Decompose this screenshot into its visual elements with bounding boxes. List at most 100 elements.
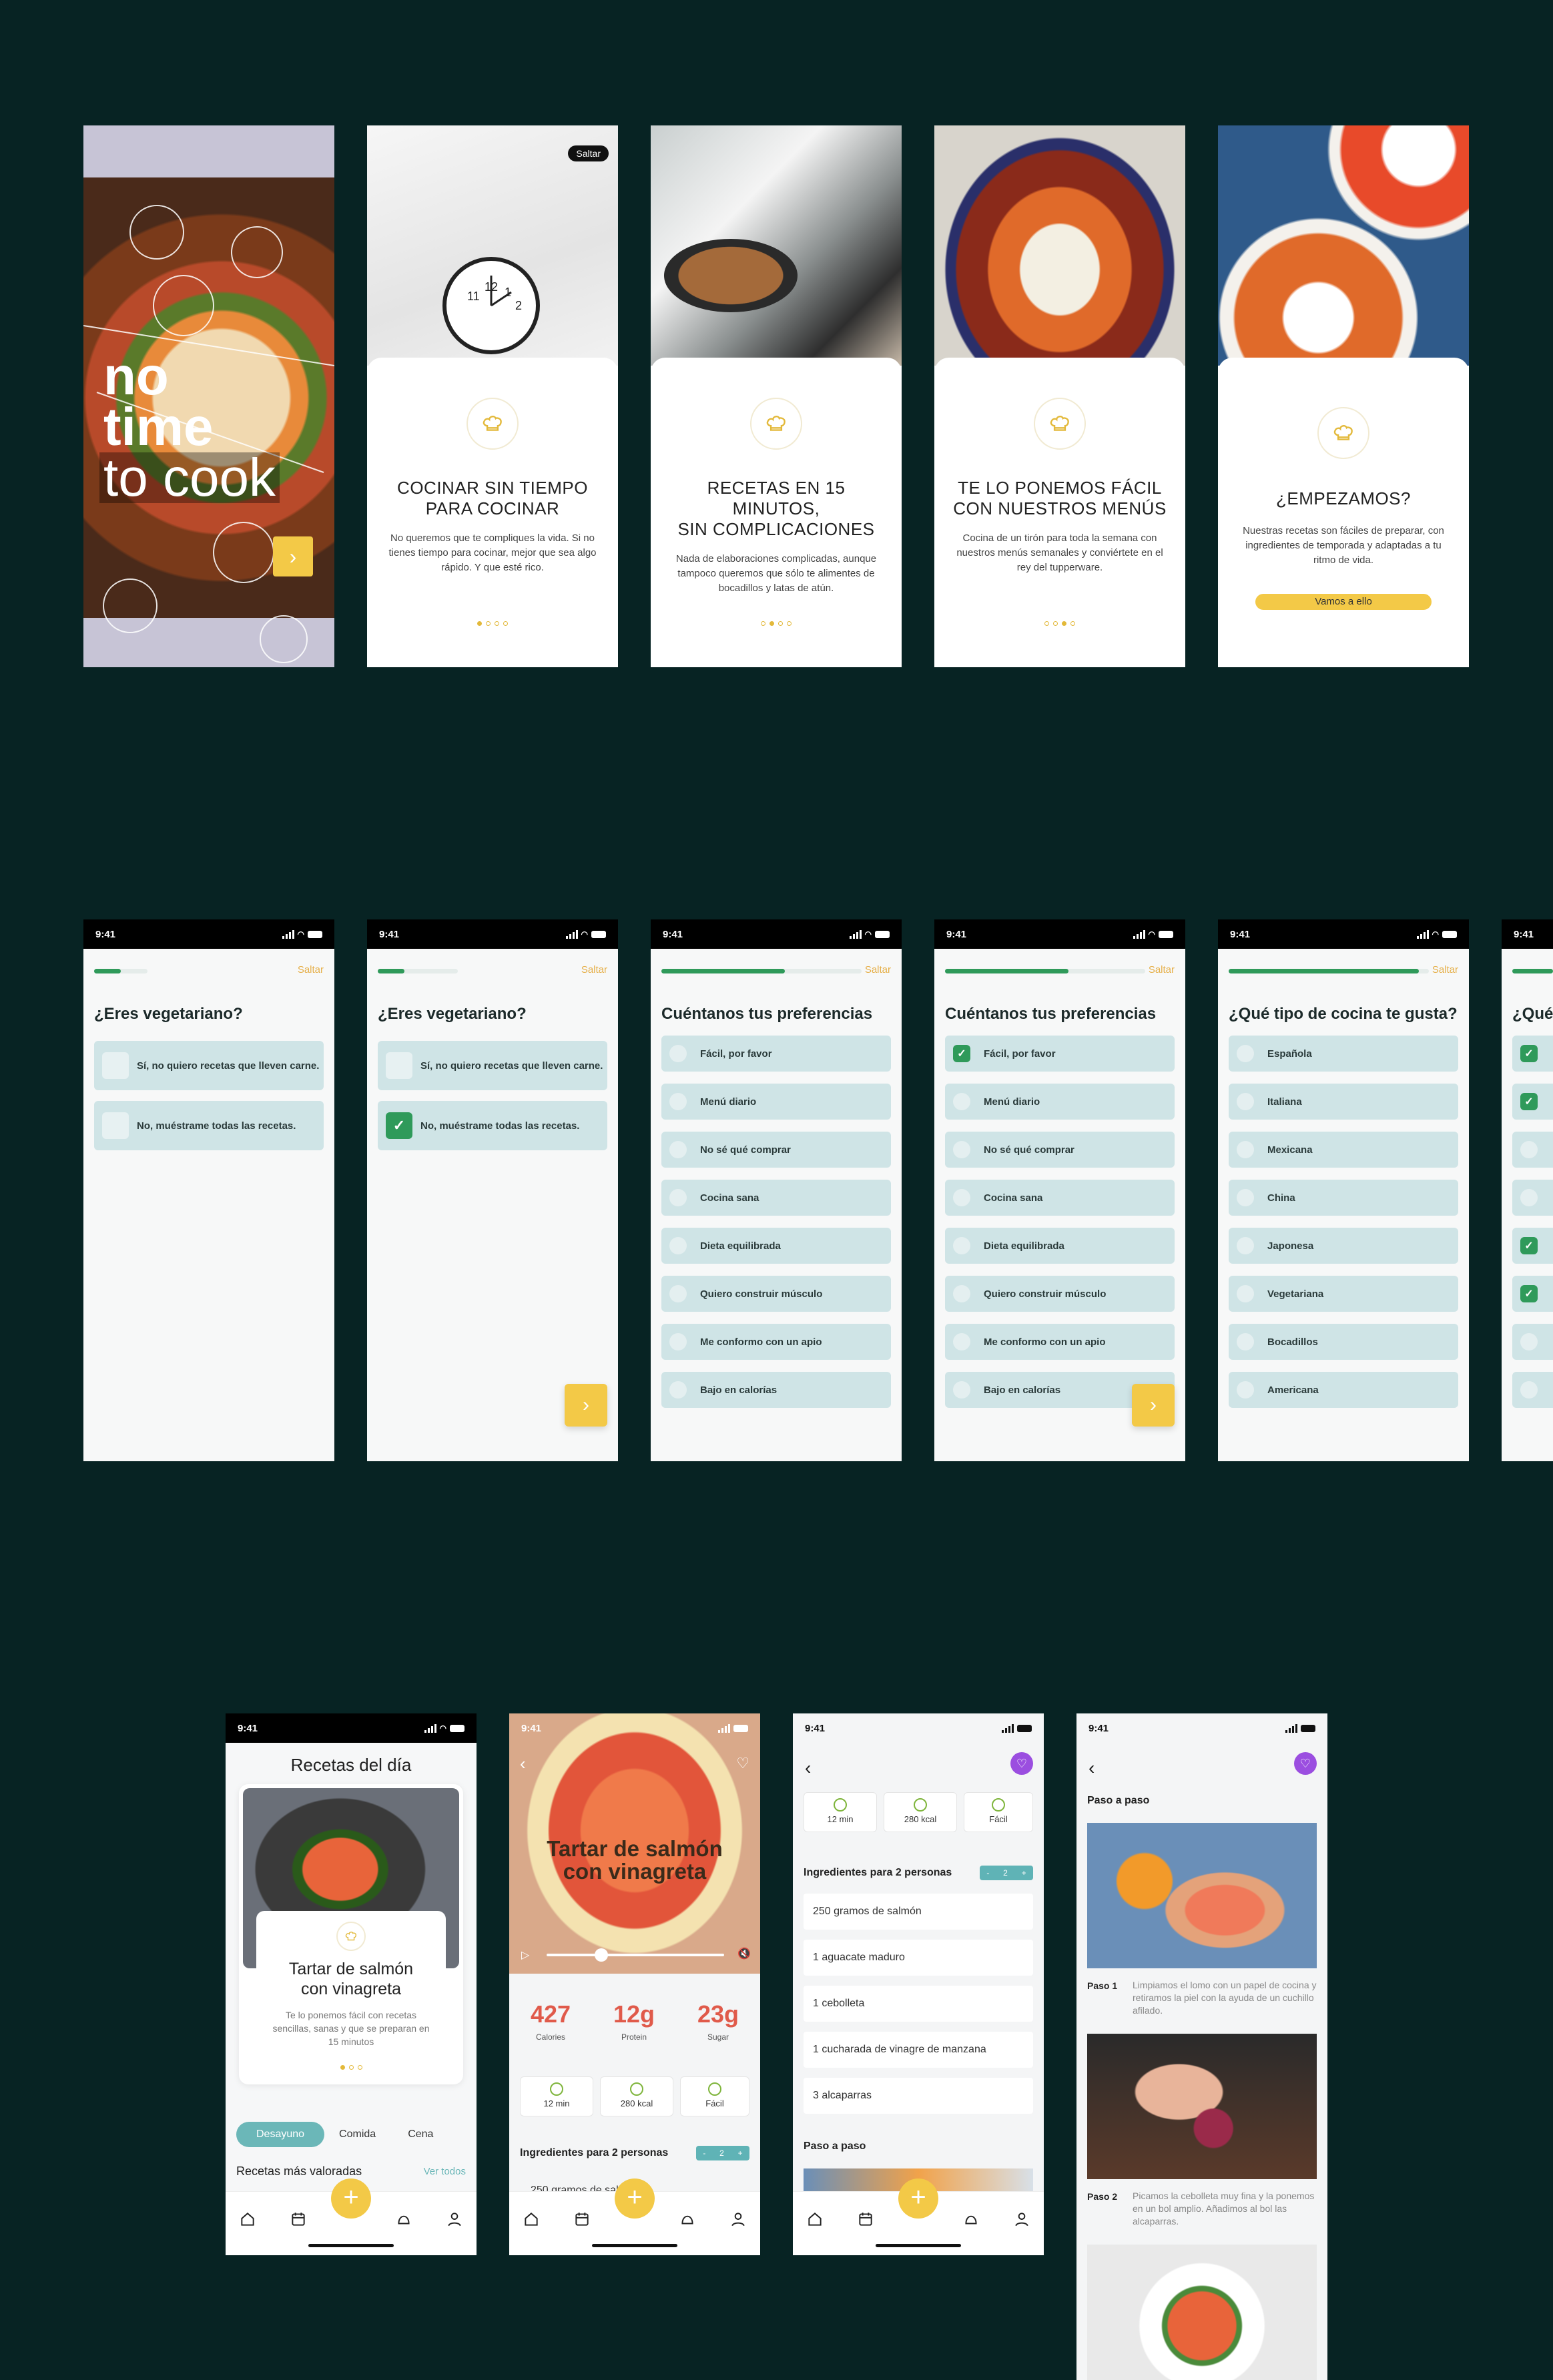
checkbox[interactable] <box>1237 1285 1254 1302</box>
home-icon[interactable] <box>239 2211 256 2228</box>
checkbox[interactable] <box>953 1285 970 1302</box>
option-item[interactable]: Me conformo con un apio <box>661 1324 891 1360</box>
checkbox[interactable] <box>1237 1141 1254 1158</box>
mute-icon[interactable]: 🔇 <box>737 1947 751 1960</box>
option-item[interactable]: Española <box>1229 1036 1458 1072</box>
option-yes[interactable]: Sí, no quiero recetas que lleven carne. <box>94 1041 324 1090</box>
minus-icon[interactable]: - <box>703 2148 705 2158</box>
next-button[interactable]: › <box>1132 1384 1175 1427</box>
checkbox[interactable] <box>953 1333 970 1350</box>
checkbox-checked[interactable]: ✓ <box>386 1112 412 1139</box>
option-item[interactable] <box>1512 1324 1553 1360</box>
page-dot[interactable] <box>340 2065 345 2070</box>
checkbox[interactable] <box>1237 1333 1254 1350</box>
page-dot[interactable] <box>1053 621 1058 626</box>
chef-hat-tab-icon[interactable] <box>962 2211 980 2228</box>
add-button[interactable]: + <box>615 2178 655 2219</box>
checkbox-checked[interactable]: ✓ <box>1520 1093 1538 1110</box>
calendar-icon[interactable] <box>290 2211 307 2228</box>
checkbox[interactable] <box>102 1112 129 1139</box>
add-button[interactable]: + <box>898 2178 938 2219</box>
skip-link[interactable]: Saltar <box>865 964 891 975</box>
skip-button[interactable]: Saltar <box>568 145 609 161</box>
checkbox[interactable] <box>1237 1237 1254 1254</box>
checkbox[interactable] <box>669 1189 687 1206</box>
page-dot[interactable] <box>769 621 774 626</box>
plus-icon[interactable]: + <box>1022 1868 1026 1878</box>
checkbox[interactable] <box>669 1285 687 1302</box>
option-item[interactable]: Fácil, por favor <box>661 1036 891 1072</box>
checkbox[interactable] <box>1520 1141 1538 1158</box>
page-dot[interactable] <box>778 621 783 626</box>
option-item[interactable]: Me conformo con un apio <box>945 1324 1175 1360</box>
checkbox[interactable] <box>1520 1333 1538 1350</box>
heart-icon[interactable]: ♡ <box>1294 1752 1317 1775</box>
option-item[interactable]: Vegetariana <box>1229 1276 1458 1312</box>
calendar-icon[interactable] <box>857 2211 874 2228</box>
checkbox-checked[interactable]: ✓ <box>953 1045 970 1062</box>
checkbox[interactable] <box>669 1045 687 1062</box>
tab-desayuno[interactable]: Desayuno <box>236 2122 325 2147</box>
back-icon[interactable]: ‹ <box>1089 1757 1095 1779</box>
checkbox[interactable] <box>1520 1381 1538 1399</box>
profile-icon[interactable] <box>729 2211 747 2228</box>
start-button[interactable]: Vamos a ello <box>1255 594 1432 610</box>
option-item[interactable]: Menú diario <box>945 1084 1175 1120</box>
option-item[interactable]: Bajo en calorías <box>661 1372 891 1408</box>
back-icon[interactable]: ‹ <box>520 1753 526 1774</box>
recipe-card[interactable]: Tartar de salmón con vinagreta Te lo pone… <box>239 1784 463 2084</box>
checkbox[interactable] <box>953 1237 970 1254</box>
checkbox[interactable] <box>386 1052 412 1079</box>
skip-link[interactable]: Saltar <box>298 964 324 975</box>
checkbox[interactable] <box>1237 1189 1254 1206</box>
checkbox[interactable] <box>1237 1045 1254 1062</box>
checkbox[interactable] <box>953 1141 970 1158</box>
checkbox[interactable] <box>669 1237 687 1254</box>
page-dot[interactable] <box>1070 621 1075 626</box>
back-icon[interactable]: ‹ <box>805 1757 811 1779</box>
heart-icon[interactable]: ♡ <box>1010 1752 1033 1775</box>
profile-icon[interactable] <box>446 2211 463 2228</box>
page-dot[interactable] <box>761 621 765 626</box>
play-icon[interactable]: ▷ <box>521 1948 529 1962</box>
profile-icon[interactable] <box>1013 2211 1030 2228</box>
home-icon[interactable] <box>523 2211 540 2228</box>
option-item[interactable] <box>1512 1180 1553 1216</box>
video-progress[interactable] <box>547 1948 724 1962</box>
page-dot[interactable] <box>357 2065 362 2070</box>
add-button[interactable]: + <box>331 2178 371 2219</box>
option-item[interactable] <box>1512 1132 1553 1168</box>
option-item[interactable]: China <box>1229 1180 1458 1216</box>
page-dot[interactable] <box>477 621 482 626</box>
checkbox[interactable] <box>953 1093 970 1110</box>
option-item[interactable]: Dieta equilibrada <box>661 1228 891 1264</box>
plus-icon[interactable]: + <box>738 2148 743 2158</box>
checkbox[interactable] <box>102 1052 129 1079</box>
page-dot[interactable] <box>348 2065 354 2070</box>
page-dot[interactable] <box>1062 621 1066 626</box>
checkbox[interactable] <box>1520 1189 1538 1206</box>
option-item[interactable]: Mexicana <box>1229 1132 1458 1168</box>
checkbox[interactable] <box>1237 1381 1254 1399</box>
option-yes[interactable]: Sí, no quiero recetas que lleven carne. <box>378 1041 607 1090</box>
option-item[interactable]: Quiero construir músculo <box>945 1276 1175 1312</box>
option-no[interactable]: ✓ No, muéstrame todas las recetas. <box>378 1101 607 1150</box>
option-item[interactable] <box>1512 1372 1553 1408</box>
checkbox[interactable] <box>669 1093 687 1110</box>
checkbox[interactable] <box>1237 1093 1254 1110</box>
option-item[interactable]: ✓ <box>1512 1276 1553 1312</box>
option-item[interactable]: No sé qué comprar <box>661 1132 891 1168</box>
option-item[interactable]: Cocina sana <box>661 1180 891 1216</box>
checkbox[interactable] <box>669 1381 687 1399</box>
option-item[interactable]: Bocadillos <box>1229 1324 1458 1360</box>
video-scrubber[interactable] <box>595 1948 608 1962</box>
option-item[interactable]: ✓ <box>1512 1228 1553 1264</box>
option-no[interactable]: No, muéstrame todas las recetas. <box>94 1101 324 1150</box>
option-item[interactable]: Dieta equilibrada <box>945 1228 1175 1264</box>
page-dot[interactable] <box>495 621 499 626</box>
checkbox[interactable] <box>669 1141 687 1158</box>
splash-next-button[interactable]: › <box>273 536 313 576</box>
option-item[interactable]: Quiero construir músculo <box>661 1276 891 1312</box>
servings-stepper[interactable]: - 2 + <box>696 2146 749 2160</box>
next-button[interactable]: › <box>565 1384 607 1427</box>
